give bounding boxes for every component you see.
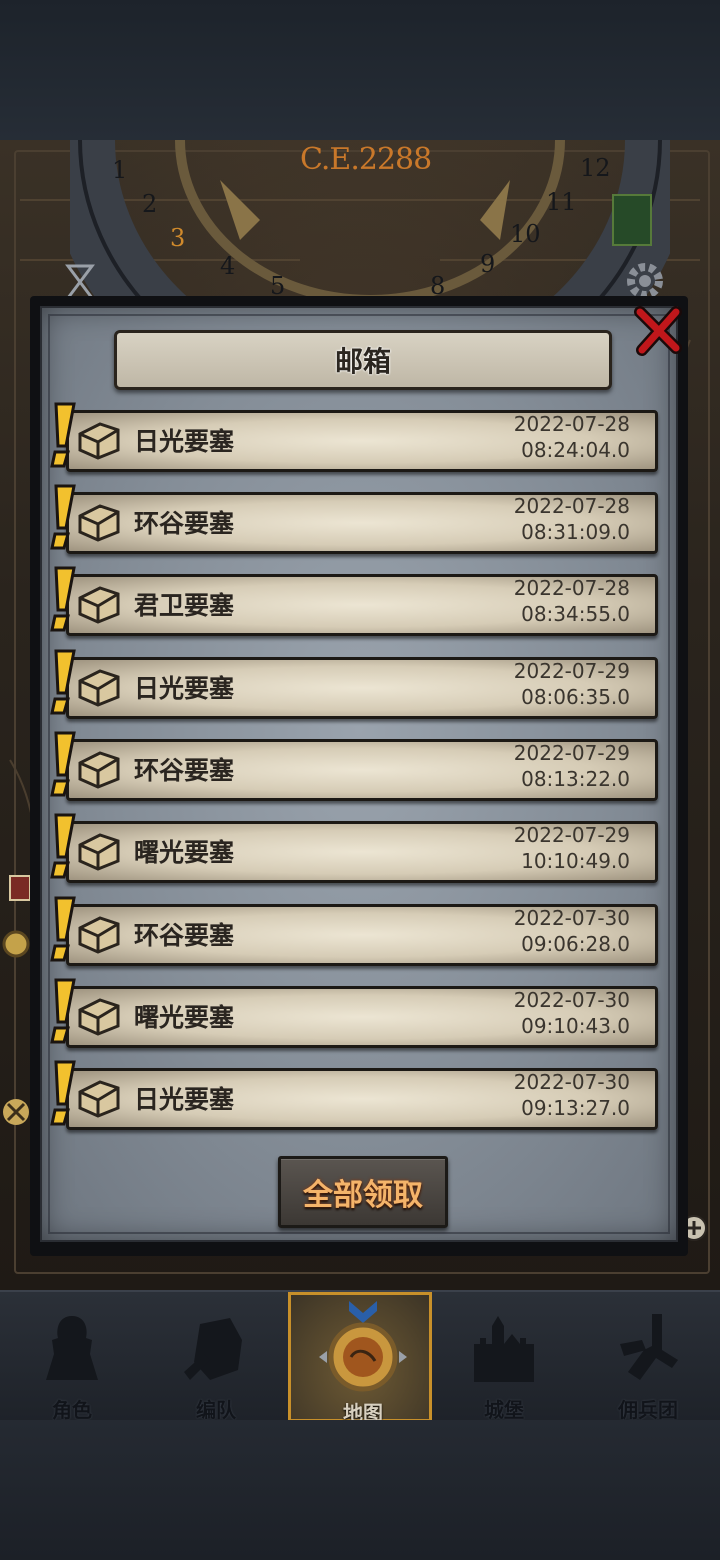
claim-all-button[interactable]: 全部领取 (278, 1156, 448, 1228)
mail-item-date: 2022-07-28 (513, 494, 630, 518)
mail-item[interactable]: 曙光要塞 2022-07-29 10:10:49.0 (44, 813, 658, 883)
exclamation-alert-icon (50, 484, 76, 550)
nav-item-castle[interactable]: 城堡 (432, 1292, 576, 1422)
mail-item-date: 2022-07-29 (513, 823, 630, 847)
side-coin-icon[interactable] (0, 928, 32, 960)
mail-item-time: 10:10:49.0 (521, 849, 630, 873)
mail-item-title: 环谷要塞 (134, 509, 235, 538)
treasure-chest-icon (78, 1080, 120, 1118)
dial-number: 11 (546, 188, 577, 216)
exclamation-alert-icon (50, 402, 76, 468)
mail-item[interactable]: 君卫要塞 2022-07-28 08:34:55.0 (44, 566, 658, 636)
mail-item[interactable]: 日光要塞 2022-07-29 08:06:35.0 (44, 649, 658, 719)
mail-item-title: 曙光要塞 (134, 1003, 235, 1032)
mail-item-date: 2022-07-30 (513, 906, 630, 930)
bottom-nav: 角色 编队 地图 城堡 佣兵团 (0, 1290, 720, 1425)
knight-icon (46, 1316, 98, 1380)
mail-item-date: 2022-07-29 (513, 741, 630, 765)
dial-number: 10 (510, 220, 541, 248)
mail-item-date: 2022-07-30 (513, 988, 630, 1012)
mail-item-title: 日光要塞 (134, 427, 235, 456)
mail-item[interactable]: 环谷要塞 2022-07-29 08:13:22.0 (44, 731, 658, 801)
mail-item[interactable]: 环谷要塞 2022-07-30 09:06:28.0 (44, 896, 658, 966)
exclamation-alert-icon (50, 566, 76, 632)
treasure-chest-icon (78, 669, 120, 707)
mail-item-title: 环谷要塞 (134, 921, 235, 950)
exclamation-alert-icon (50, 731, 76, 797)
exclamation-alert-icon (50, 978, 76, 1044)
mail-item-date: 2022-07-28 (513, 412, 630, 436)
mail-item-date: 2022-07-29 (513, 659, 630, 683)
era-label: C.E.2288 (300, 142, 432, 177)
map-icon (319, 1301, 407, 1392)
mail-item-time: 08:31:09.0 (521, 520, 630, 544)
mailbox-title: 邮箱 (334, 345, 391, 378)
mail-item-time: 08:06:35.0 (521, 685, 630, 709)
mail-item-title: 曙光要塞 (134, 838, 235, 867)
nav-label: 角色 (52, 1398, 92, 1422)
mail-item-title: 环谷要塞 (134, 756, 235, 785)
mail-item-time: 08:13:22.0 (521, 767, 630, 791)
mail-item[interactable]: 日光要塞 2022-07-30 09:13:27.0 (44, 1060, 658, 1130)
dial-number: 1 (112, 156, 127, 184)
mail-item[interactable]: 环谷要塞 2022-07-28 08:31:09.0 (44, 484, 658, 554)
dial-number: 2 (142, 190, 157, 218)
nav-label: 编队 (196, 1398, 236, 1422)
dial-number: 4 (220, 252, 235, 280)
mail-item-time: 08:24:04.0 (521, 438, 630, 462)
bottom-frame (0, 1420, 720, 1560)
mail-item[interactable]: 曙光要塞 2022-07-30 09:10:43.0 (44, 978, 658, 1048)
mail-item-title: 日光要塞 (134, 1085, 235, 1114)
mailbox-title-banner: 邮箱 (114, 330, 612, 390)
treasure-chest-icon (78, 422, 120, 460)
mail-item-time: 09:10:43.0 (521, 1014, 630, 1038)
nav-item-map[interactable]: 地图 (288, 1292, 432, 1425)
mail-item-date: 2022-07-30 (513, 1070, 630, 1094)
mail-item-date: 2022-07-28 (513, 576, 630, 600)
nav-item-mercenary[interactable]: 佣兵团 (576, 1292, 720, 1422)
mail-item[interactable]: 日光要塞 2022-07-28 08:24:04.0 (44, 402, 658, 472)
nav-item-character[interactable]: 角色 (0, 1292, 144, 1422)
castle-icon (474, 1316, 534, 1382)
mail-item-title: 君卫要塞 (134, 591, 235, 620)
side-crossed-swords-icon[interactable] (0, 1096, 32, 1128)
mail-item-title: 日光要塞 (134, 674, 235, 703)
dial-number: 9 (480, 250, 495, 278)
helmet-icon (184, 1318, 242, 1380)
treasure-chest-icon (78, 504, 120, 542)
treasure-chest-icon (78, 833, 120, 871)
mail-item-time: 09:06:28.0 (521, 932, 630, 956)
mail-item-time: 09:13:27.0 (521, 1096, 630, 1120)
dial-number: 12 (580, 154, 611, 182)
dial-number-current: 3 (170, 224, 185, 252)
treasure-chest-icon (78, 998, 120, 1036)
exclamation-alert-icon (50, 1060, 76, 1126)
nav-label: 城堡 (484, 1398, 524, 1422)
claim-all-label: 全部领取 (303, 1178, 423, 1213)
treasure-chest-icon (78, 751, 120, 789)
exclamation-alert-icon (50, 649, 76, 715)
nav-label: 佣兵团 (618, 1398, 678, 1422)
treasure-chest-icon (78, 586, 120, 624)
exclamation-alert-icon (50, 813, 76, 879)
mail-item-time: 08:34:55.0 (521, 602, 630, 626)
treasure-chest-icon (78, 916, 120, 954)
guild-banner-icon[interactable] (612, 194, 652, 246)
close-icon[interactable] (632, 304, 684, 356)
mercenary-icon (620, 1314, 678, 1380)
nav-item-formation[interactable]: 编队 (144, 1292, 288, 1422)
exclamation-alert-icon (50, 896, 76, 962)
